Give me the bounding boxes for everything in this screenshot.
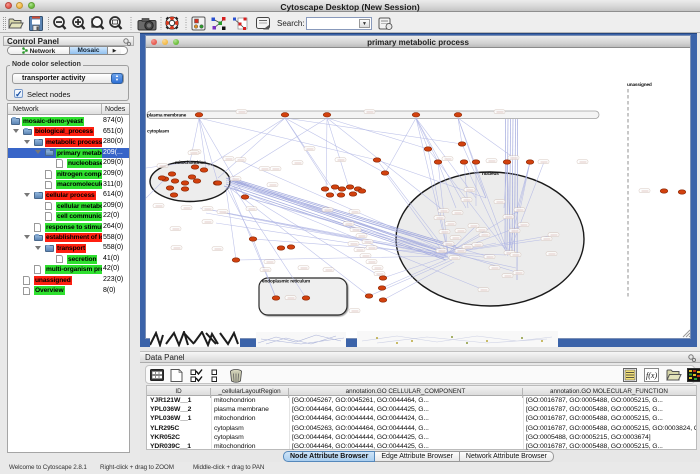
svg-text:cytoplasm: cytoplasm bbox=[147, 129, 169, 135]
svg-text:mitochondrion: mitochondrion bbox=[175, 160, 206, 166]
svg-text:f(x): f(x) bbox=[646, 371, 657, 380]
svg-text:nucleus: nucleus bbox=[482, 171, 499, 177]
svg-text:unassigned: unassigned bbox=[627, 82, 652, 88]
svg-text:endoplasmic reticulum: endoplasmic reticulum bbox=[262, 279, 310, 285]
svg-text:plasma membrane: plasma membrane bbox=[147, 113, 187, 119]
